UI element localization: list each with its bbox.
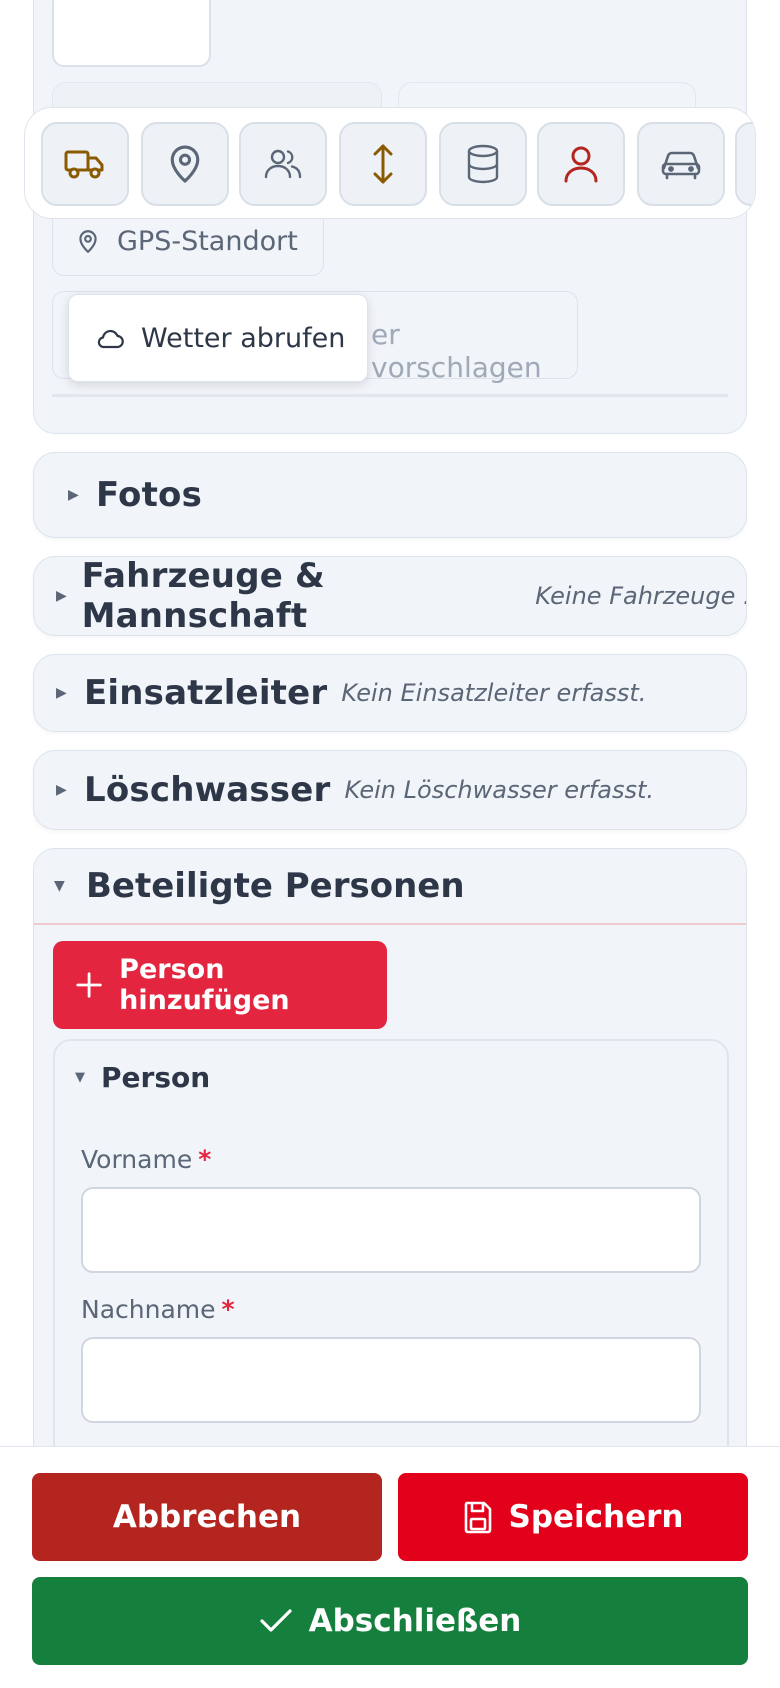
section-fotos[interactable]: ▶ Fotos — [33, 452, 747, 538]
section-shortcut-toolbar — [24, 107, 756, 219]
nachname-label-text: Nachname — [81, 1295, 216, 1324]
toolbar-water-button[interactable] — [439, 122, 527, 206]
cloud-icon — [97, 329, 124, 349]
section-summary: Keine Fahrzeuge ... — [535, 582, 747, 610]
add-person-button[interactable]: Person hinzufügen — [53, 941, 387, 1029]
section-title: Fotos — [96, 475, 203, 515]
section-einsatzleiter[interactable]: ▶ Einsatzleiter Kein Einsatzleiter erfas… — [33, 654, 747, 732]
collapsed-triangle-icon: ▶ — [56, 588, 67, 604]
section-title: Einsatzleiter — [84, 673, 328, 713]
toolbar-car-button[interactable] — [637, 122, 725, 206]
save-button[interactable]: Speichern — [398, 1473, 748, 1561]
expanded-triangle-icon: ▼ — [54, 878, 65, 894]
section-title: Löschwasser — [84, 770, 331, 810]
fetch-weather-label: Wetter abrufen — [141, 322, 346, 354]
bottom-action-bar: Abbrechen Speichern Abschließen — [0, 1446, 780, 1688]
save-icon — [464, 1501, 491, 1534]
collapsed-triangle-icon: ▶ — [56, 782, 67, 798]
save-label: Speichern — [508, 1499, 684, 1535]
check-icon — [260, 1609, 292, 1632]
cancel-button[interactable]: Abbrechen — [32, 1473, 382, 1561]
vorname-label: Vorname * — [81, 1145, 211, 1174]
person-card-header[interactable]: ▼ Person — [75, 1061, 210, 1094]
image-thumbnail[interactable] — [52, 0, 211, 67]
section-fahrzeuge[interactable]: ▶ Fahrzeuge & Mannschaft Keine Fahrzeuge… — [33, 556, 747, 636]
person-title: Person — [101, 1061, 211, 1094]
fetch-weather-button[interactable]: Wetter abrufen — [68, 294, 368, 382]
collapsed-triangle-icon: ▶ — [68, 487, 79, 503]
toolbar-crew-button[interactable] — [239, 122, 327, 206]
suggest-weather-label: er vorschlagen — [371, 318, 542, 384]
database-icon — [467, 144, 499, 184]
required-marker: * — [221, 1295, 235, 1324]
required-marker: * — [198, 1145, 212, 1174]
complete-button[interactable]: Abschließen — [32, 1577, 748, 1665]
plus-icon — [76, 972, 102, 998]
section-title: Beteiligte Personen — [86, 866, 465, 906]
map-pin-icon — [79, 230, 97, 253]
toolbar-location-button[interactable] — [141, 122, 229, 206]
section-header[interactable]: ▼ Beteiligte Personen — [34, 849, 746, 925]
toolbar-vehicles-button[interactable] — [41, 122, 129, 206]
truck-icon — [64, 150, 104, 179]
section-loeschwasser[interactable]: ▶ Löschwasser Kein Löschwasser erfasst. — [33, 750, 747, 830]
expanded-triangle-icon: ▼ — [75, 1070, 85, 1085]
toolbar-height-button[interactable] — [339, 122, 427, 206]
car-icon — [661, 151, 701, 180]
arrows-up-down-icon — [373, 144, 393, 184]
map-pin-icon — [170, 145, 200, 183]
user-icon — [564, 146, 598, 183]
nachname-input[interactable] — [81, 1337, 701, 1423]
collapsed-triangle-icon: ▶ — [56, 685, 67, 701]
toolbar-more-button[interactable] — [735, 122, 755, 206]
section-divider — [52, 394, 728, 397]
vorname-label-text: Vorname — [81, 1145, 193, 1174]
gps-location-label: GPS-Standort — [117, 225, 298, 257]
nachname-label: Nachname * — [81, 1295, 235, 1324]
section-summary: Kein Einsatzleiter erfasst. — [341, 679, 647, 707]
cancel-label: Abbrechen — [112, 1499, 302, 1535]
section-title: Fahrzeuge & Mannschaft — [81, 556, 325, 636]
section-summary: Kein Löschwasser erfasst. — [344, 776, 655, 804]
add-person-label: Person hinzufügen — [119, 954, 290, 1016]
toolbar-persons-button[interactable] — [537, 122, 625, 206]
users-icon — [264, 149, 302, 179]
vorname-input[interactable] — [81, 1187, 701, 1273]
complete-label: Abschließen — [308, 1603, 522, 1639]
